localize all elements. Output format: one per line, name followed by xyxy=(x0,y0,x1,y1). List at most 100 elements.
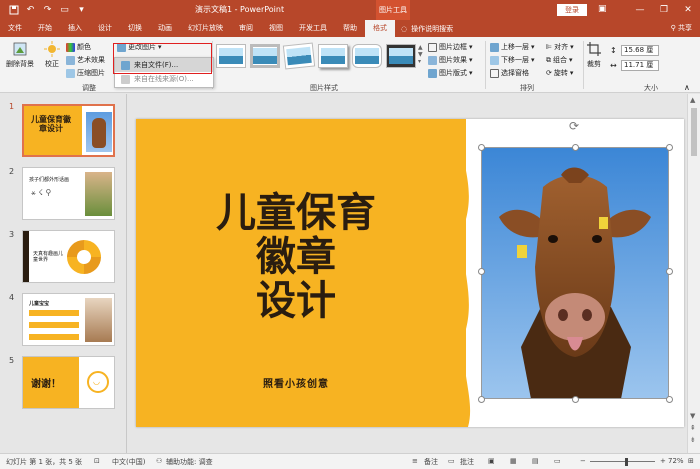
slide-subtitle[interactable]: 照看小孩创意 xyxy=(236,375,356,390)
gallery-up-icon[interactable]: ▲ xyxy=(418,44,426,51)
color-button[interactable]: 颜色 xyxy=(66,42,91,52)
group-divider xyxy=(485,41,486,89)
corrections-button[interactable]: 校正 xyxy=(44,41,60,69)
send-backward-label: 下移一层 xyxy=(501,56,529,64)
selection-pane-icon xyxy=(490,68,499,78)
send-backward-button[interactable]: 下移一层 ▾ xyxy=(490,55,535,65)
tab-transitions[interactable]: 切换 xyxy=(120,20,150,37)
tab-slideshow[interactable]: 幻灯片放映 xyxy=(180,20,231,37)
gallery-scroll[interactable]: ▲ ▼ ▾ xyxy=(418,44,426,74)
picture-style-option[interactable] xyxy=(250,44,280,68)
zoom-in-icon[interactable]: + xyxy=(660,457,666,465)
slide-sorter-icon[interactable]: ▦ xyxy=(510,457,517,465)
slide-thumbnail-2[interactable]: 孩子们都外形话画 ⚹ ☇ ⚲ xyxy=(22,167,115,220)
resize-handle[interactable] xyxy=(666,144,673,151)
picture-border-button[interactable]: 图片边框 ▾ xyxy=(428,42,473,52)
next-slide-icon[interactable]: ⇟ xyxy=(690,436,696,444)
slide-thumbnail-1[interactable]: 儿童保育徽章设计 xyxy=(22,104,115,157)
tab-design[interactable]: 设计 xyxy=(90,20,120,37)
minimize-button[interactable]: — xyxy=(628,0,652,20)
vertical-scrollbar[interactable]: ▲ ▼ ⇞ ⇟ xyxy=(687,94,700,453)
close-button[interactable]: ✕ xyxy=(676,0,700,20)
spellcheck-icon[interactable]: ⊡ xyxy=(94,457,100,465)
gallery-more-icon[interactable]: ▾ xyxy=(418,58,426,65)
tab-home[interactable]: 开始 xyxy=(30,20,60,37)
normal-view-icon[interactable]: ▣ xyxy=(488,457,495,465)
zoom-slider[interactable] xyxy=(590,461,655,462)
picture-effects-icon xyxy=(428,55,437,65)
gallery-down-icon[interactable]: ▼ xyxy=(418,51,426,58)
tab-review[interactable]: 审阅 xyxy=(231,20,261,37)
picture-layout-button[interactable]: 图片版式 ▾ xyxy=(428,68,473,78)
picture-style-option[interactable] xyxy=(216,44,246,68)
language-status[interactable]: 中文(中国) xyxy=(112,457,145,467)
scroll-up-icon[interactable]: ▲ xyxy=(690,96,695,104)
slide-thumbnail-3[interactable]: 天真有趣画儿童世界 xyxy=(22,230,115,283)
resize-handle[interactable] xyxy=(572,396,579,403)
width-input[interactable]: 11.71 厘 xyxy=(621,60,659,71)
size-group-label: 大小 xyxy=(644,84,658,92)
collapse-ribbon-icon[interactable]: ∧ xyxy=(684,83,690,92)
rotate-handle-icon[interactable]: ⟳ xyxy=(569,119,579,133)
restore-button[interactable]: ❐ xyxy=(652,0,676,20)
zoom-slider-thumb[interactable] xyxy=(625,458,628,466)
tab-animations[interactable]: 动画 xyxy=(150,20,180,37)
height-input[interactable]: 15.68 厘 xyxy=(621,45,659,56)
resize-handle[interactable] xyxy=(478,268,485,275)
rotate-button[interactable]: ⟳ 旋转 ▾ xyxy=(546,68,573,78)
scrollbar-thumb[interactable] xyxy=(691,108,697,156)
crop-button[interactable]: 裁剪 xyxy=(586,41,602,69)
person-icon: ⚲ xyxy=(670,24,676,32)
slide-title[interactable]: 儿童保育 徽章 设计 xyxy=(196,191,396,323)
remove-background-button[interactable]: 删除背景 xyxy=(6,41,34,69)
reading-view-icon[interactable]: ▤ xyxy=(532,457,539,465)
zoom-level[interactable]: 72% xyxy=(668,457,684,465)
ribbon-display-options-icon[interactable]: ▣ xyxy=(598,4,607,14)
tab-file[interactable]: 文件 xyxy=(0,20,30,37)
zoom-out-icon[interactable]: − xyxy=(580,457,586,465)
tell-me-search[interactable]: ◌ 操作说明搜索 xyxy=(395,24,453,34)
tab-help[interactable]: 帮助 xyxy=(335,20,365,37)
picture-effects-button[interactable]: 图片效果 ▾ xyxy=(428,55,473,65)
align-button[interactable]: ⊫ 对齐 ▾ xyxy=(546,42,574,52)
resize-handle[interactable] xyxy=(666,268,673,275)
tab-format[interactable]: 格式 xyxy=(365,20,395,37)
picture-style-option[interactable] xyxy=(318,44,348,68)
slideshow-icon[interactable]: ▭ xyxy=(554,457,561,465)
bring-forward-button[interactable]: 上移一层 ▾ xyxy=(490,42,535,52)
start-from-beginning-icon[interactable]: ▭ xyxy=(59,5,70,16)
highlight-box xyxy=(113,43,212,74)
fit-slide-icon[interactable]: ⊞ xyxy=(688,457,694,465)
selection-pane-button[interactable]: 选择窗格 xyxy=(490,68,529,78)
slide-thumbnail-4[interactable]: 儿童宝宝 xyxy=(22,293,115,346)
resize-handle[interactable] xyxy=(478,396,485,403)
tab-view[interactable]: 视图 xyxy=(261,20,291,37)
compress-pictures-button[interactable]: 压缩图片 xyxy=(66,68,105,78)
login-button[interactable]: 登录 xyxy=(557,4,587,16)
group-icon: ⧉ xyxy=(546,55,551,64)
slide-number: 5 xyxy=(9,356,15,365)
notes-button[interactable]: 备注 xyxy=(424,457,438,467)
share-button[interactable]: ⚲ 共享 xyxy=(671,20,692,37)
save-icon[interactable] xyxy=(8,5,19,16)
accessibility-status[interactable]: 辅助功能: 调查 xyxy=(166,457,213,467)
redo-icon[interactable]: ↷ xyxy=(42,5,53,16)
tab-developer[interactable]: 开发工具 xyxy=(291,20,335,37)
picture-style-option[interactable] xyxy=(352,44,382,68)
slide-thumbnail-5[interactable]: 谢谢！ ◡ xyxy=(22,356,115,409)
picture-style-option[interactable] xyxy=(386,44,416,68)
resize-handle[interactable] xyxy=(572,144,579,151)
comments-button[interactable]: 批注 xyxy=(460,457,474,467)
previous-slide-icon[interactable]: ⇞ xyxy=(690,424,696,432)
scroll-down-icon[interactable]: ▼ xyxy=(690,412,695,420)
undo-icon[interactable]: ↶ xyxy=(25,5,36,16)
resize-handle[interactable] xyxy=(666,396,673,403)
ribbon: 删除背景 校正 颜色 艺术效果 压缩图片 更改图片 ▾ 调整 ▲ ▼ ▾ 图片样… xyxy=(0,37,700,93)
resize-handle[interactable] xyxy=(478,144,485,151)
tab-insert[interactable]: 插入 xyxy=(60,20,90,37)
artistic-effects-button[interactable]: 艺术效果 xyxy=(66,55,105,65)
group-button[interactable]: ⧉ 组合 ▾ xyxy=(546,55,573,65)
picture-style-option[interactable] xyxy=(282,42,316,70)
from-online-menu-item[interactable]: 来自在线来源(O)... xyxy=(115,72,213,86)
customize-qat-icon[interactable]: ▾ xyxy=(76,5,87,16)
